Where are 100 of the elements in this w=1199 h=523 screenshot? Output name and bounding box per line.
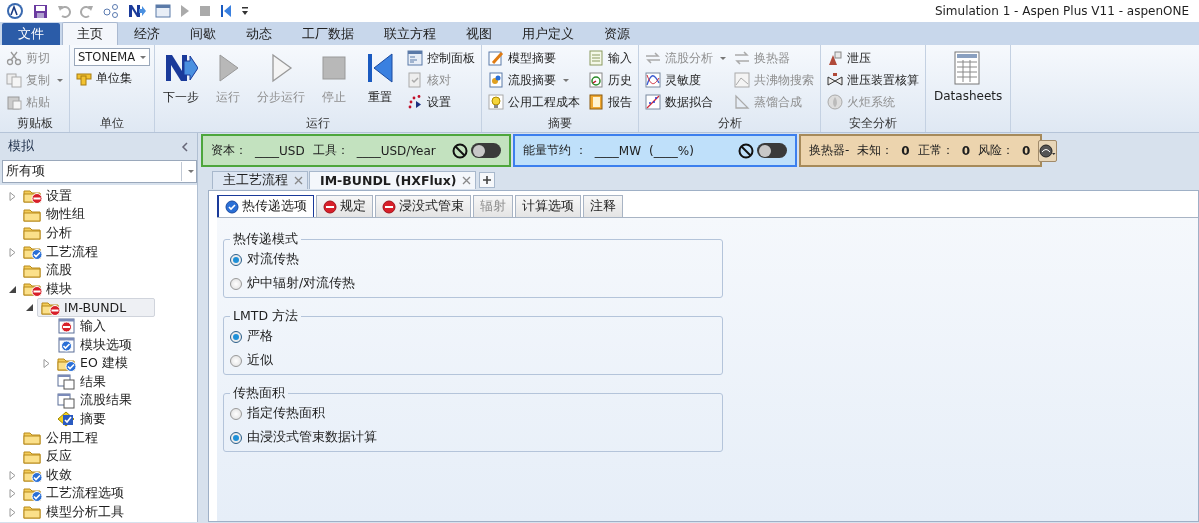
gauge-menu-button[interactable] bbox=[1038, 139, 1058, 162]
ribbon-tab[interactable]: 资源 bbox=[590, 23, 644, 45]
folder-icon bbox=[23, 448, 43, 465]
ribbon-tab[interactable]: 经济 bbox=[120, 23, 174, 45]
close-icon bbox=[294, 176, 303, 185]
tree-item[interactable]: 物性组 bbox=[20, 206, 88, 224]
tree-item[interactable]: 流股 bbox=[20, 262, 75, 280]
tree-item[interactable]: EO 建模 bbox=[54, 355, 131, 373]
new-tab-button[interactable] bbox=[479, 172, 496, 188]
indicator-text: 换热器- bbox=[809, 142, 850, 159]
ribbon-button[interactable]: 单位集 bbox=[74, 68, 150, 88]
indicator-text: 未知： bbox=[857, 142, 894, 159]
toggle-switch[interactable] bbox=[757, 143, 787, 158]
tree-item[interactable]: 模块 bbox=[20, 280, 75, 298]
radio-button[interactable] bbox=[230, 354, 242, 367]
tree-item[interactable]: 收敛 bbox=[20, 466, 75, 484]
prohibited-icon bbox=[452, 142, 468, 159]
chart-icon bbox=[734, 72, 750, 88]
radio-label: 对流传热 bbox=[247, 251, 299, 268]
prohibited-icon bbox=[738, 142, 754, 159]
form-tab[interactable]: 热传递选项 bbox=[217, 195, 314, 217]
ribbon-button[interactable]: 泄压 bbox=[825, 48, 921, 68]
bulb-icon bbox=[488, 94, 504, 110]
dotted-arrow-icon bbox=[407, 94, 423, 110]
pencil-document-icon bbox=[488, 50, 504, 66]
undo-icon bbox=[57, 4, 71, 18]
radio-button[interactable] bbox=[230, 407, 242, 420]
ribbon-button[interactable]: 重置 bbox=[359, 48, 401, 106]
document-tab[interactable]: 主工艺流程 bbox=[212, 171, 308, 189]
filter-dropdown[interactable]: 所有项 bbox=[2, 160, 197, 183]
radio-button[interactable] bbox=[230, 253, 242, 266]
play-icon bbox=[180, 4, 190, 18]
form-tab[interactable]: 计算选项 bbox=[515, 195, 581, 217]
indicator-text: 资本： bbox=[211, 142, 247, 159]
ribbon-button[interactable]: 下一步 bbox=[159, 48, 203, 106]
file-menu-tab[interactable]: 文件 bbox=[2, 23, 60, 45]
tree-item[interactable]: 工艺流程选项 bbox=[20, 485, 127, 503]
tree-item[interactable]: 模型分析工具 bbox=[20, 503, 127, 521]
indicator-text: ____USD bbox=[255, 143, 305, 158]
ribbon-button[interactable]: 控制面板 bbox=[405, 48, 477, 68]
ribbon-button[interactable]: 报告 bbox=[586, 92, 634, 112]
tree-item[interactable]: 分析 bbox=[20, 225, 75, 242]
unit-set-dropdown[interactable]: STONEMA bbox=[74, 48, 150, 66]
tree-item[interactable]: 模块选项 bbox=[54, 336, 135, 354]
ribbon-tab[interactable]: 动态 bbox=[232, 23, 286, 45]
group-label: 剪贴板 bbox=[15, 115, 54, 132]
scatter-chart-icon bbox=[645, 94, 661, 110]
form-tab[interactable]: 规定 bbox=[316, 195, 373, 217]
save-icon bbox=[33, 3, 48, 19]
results-icon bbox=[57, 392, 77, 409]
ribbon-tab[interactable]: 联立方程 bbox=[370, 23, 450, 45]
clock-document-icon bbox=[588, 72, 604, 88]
tree-item[interactable]: 流股结果 bbox=[54, 392, 135, 410]
panel-icon bbox=[155, 4, 171, 18]
ribbon-button[interactable]: 流股摘要 bbox=[486, 70, 582, 90]
ribbon-button[interactable]: 输入 bbox=[586, 48, 634, 68]
scissors-icon bbox=[6, 50, 22, 66]
folder-icon bbox=[23, 262, 43, 279]
tree-item[interactable]: 公用工程 bbox=[20, 429, 101, 447]
ribbon-tab[interactable]: 工厂数据 bbox=[288, 23, 368, 45]
form-tab[interactable]: 注释 bbox=[583, 195, 623, 217]
form-tab[interactable]: 浸没式管束 bbox=[375, 195, 471, 217]
tree-item[interactable]: 摘要 bbox=[54, 410, 109, 428]
ribbon-tab[interactable]: 间歇 bbox=[176, 23, 230, 45]
customize-caret-icon bbox=[241, 6, 249, 16]
ribbon-button[interactable]: 历史 bbox=[586, 70, 634, 90]
ribbon-tab[interactable]: 主页 bbox=[62, 22, 118, 45]
radio-button[interactable] bbox=[230, 277, 242, 290]
ribbon-button[interactable]: 模型摘要 bbox=[486, 48, 582, 68]
tree-item[interactable]: 结果 bbox=[54, 373, 109, 391]
indicator-text: ____USD/Year bbox=[356, 143, 436, 158]
ribbon-tab[interactable]: 用户定义 bbox=[508, 23, 588, 45]
indicator-text: (____%) bbox=[649, 143, 694, 158]
ribbon-button[interactable]: 灵敏度 bbox=[643, 70, 728, 90]
tree-item[interactable]: 设置 bbox=[20, 187, 75, 205]
indicator-text: 0 bbox=[1022, 143, 1031, 158]
tree-item[interactable]: 输入 bbox=[54, 317, 109, 335]
book-icon bbox=[588, 94, 604, 110]
ribbon-button[interactable]: 数据拟合 bbox=[643, 92, 728, 112]
folder-icon bbox=[23, 244, 43, 261]
folder-icon bbox=[23, 188, 43, 205]
ribbon-button[interactable]: Datasheets bbox=[930, 48, 1007, 103]
panel-icon bbox=[407, 50, 423, 66]
radio-button[interactable] bbox=[230, 330, 242, 343]
tree-item[interactable]: 工艺流程 bbox=[20, 243, 101, 261]
document-tab[interactable]: IM-BUNDL (HXFlux) bbox=[309, 171, 477, 189]
ribbon-button[interactable]: 泄压装置核算 bbox=[825, 70, 921, 90]
toggle-switch[interactable] bbox=[471, 143, 501, 158]
tree-item[interactable]: IM-BUNDL bbox=[37, 298, 155, 318]
copy-icon bbox=[6, 72, 22, 88]
ribbon-button[interactable]: 公用工程成本 bbox=[486, 92, 582, 112]
form-icon bbox=[57, 337, 77, 354]
group-title: 传热面积 bbox=[232, 385, 286, 402]
radio-button[interactable] bbox=[230, 431, 242, 444]
ribbon-button[interactable]: 设置 bbox=[405, 92, 477, 112]
indicator-text: ____MW bbox=[594, 143, 642, 158]
gauge-icon bbox=[1039, 143, 1057, 158]
close-icon bbox=[462, 176, 472, 185]
ribbon-tab[interactable]: 视图 bbox=[452, 23, 506, 45]
tree-item[interactable]: 反应 bbox=[20, 448, 75, 466]
